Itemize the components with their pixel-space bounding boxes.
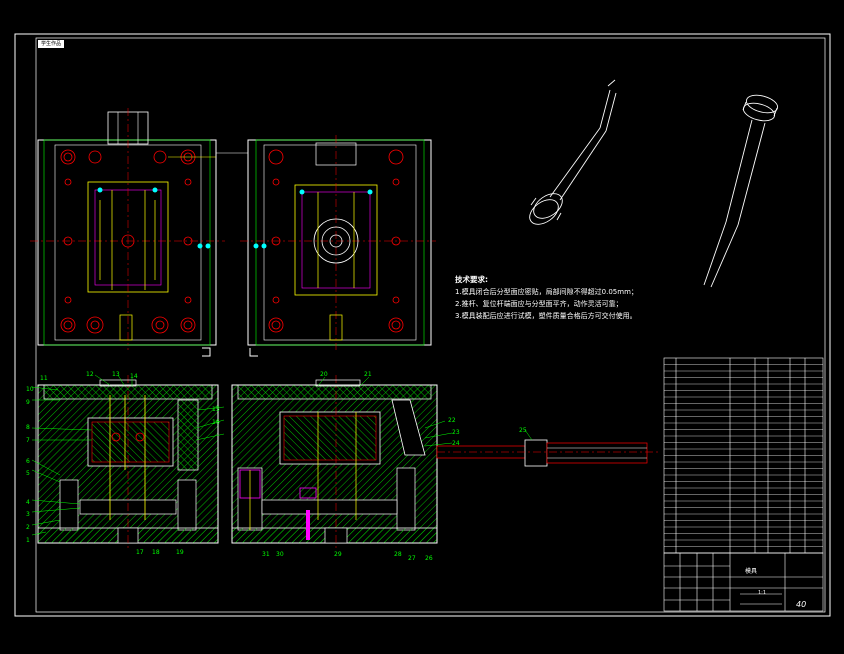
- title-scale-cell: 1:1: [758, 590, 767, 596]
- side-balloon: 24: [452, 440, 460, 447]
- front-balloon: 9: [26, 399, 30, 406]
- front-section-view: [37, 375, 219, 548]
- sheet-tag: 学生作品: [38, 40, 64, 48]
- side-balloon: 20: [320, 371, 328, 378]
- title-name-cell: 模具: [745, 568, 758, 575]
- front-balloon: 1: [26, 537, 30, 544]
- side-balloon: 21: [364, 371, 372, 378]
- plan-view-right: [240, 135, 436, 357]
- side-balloon: 23: [452, 429, 460, 436]
- ejector-pin-sketch-2: [703, 94, 779, 288]
- bom-rows: [664, 364, 823, 554]
- front-balloon: 4: [26, 499, 30, 506]
- front-balloon: 18: [152, 549, 160, 556]
- front-balloon: 19: [176, 549, 184, 556]
- side-balloon: 31: [262, 551, 270, 558]
- plan-view-left: [30, 108, 248, 357]
- notes-title: 技术要求:: [455, 275, 488, 284]
- technical-requirements: 技术要求: 1.模具闭合后分型面应密贴，局部间隙不得超过0.05mm； 2.推杆…: [455, 274, 670, 322]
- front-balloon: 5: [26, 470, 30, 477]
- front-balloon: 13: [112, 371, 120, 378]
- front-balloon: 17: [136, 549, 144, 556]
- side-balloon: 30: [276, 551, 284, 558]
- note-line: 3.模具装配后应进行试模，塑件质量合格后方可交付使用。: [455, 312, 637, 320]
- side-balloon: 25: [519, 427, 527, 434]
- front-balloon: 11: [40, 375, 48, 382]
- mold-assembly-drawing: [14, 33, 831, 617]
- ejector-pin-sketch-1: [529, 79, 617, 225]
- side-balloon: 26: [425, 555, 433, 562]
- front-balloon: 3: [26, 511, 30, 518]
- side-section-view: [231, 375, 660, 548]
- note-line: 1.模具闭合后分型面应密贴，局部间隙不得超过0.05mm；: [455, 288, 638, 296]
- side-balloon: 27: [408, 555, 416, 562]
- front-balloon: 2: [26, 524, 30, 531]
- front-balloon: 7: [26, 437, 30, 444]
- note-line: 2.推杆、复位杆端面应与分型面平齐，动作灵活可靠；: [455, 300, 623, 308]
- title-sheet-number: 40: [796, 600, 807, 609]
- front-balloon: 6: [26, 458, 30, 465]
- front-balloon: 8: [26, 424, 30, 431]
- side-balloon: 29: [334, 551, 342, 558]
- front-balloon: 10: [26, 386, 34, 393]
- hydraulic-cylinder: [436, 439, 660, 467]
- side-balloon: 28: [394, 551, 402, 558]
- front-balloon: 14: [130, 373, 138, 380]
- side-balloon: 22: [448, 417, 456, 424]
- front-balloon: 16: [212, 419, 220, 426]
- front-balloon: 12: [86, 371, 94, 378]
- front-balloon: 15: [212, 406, 220, 413]
